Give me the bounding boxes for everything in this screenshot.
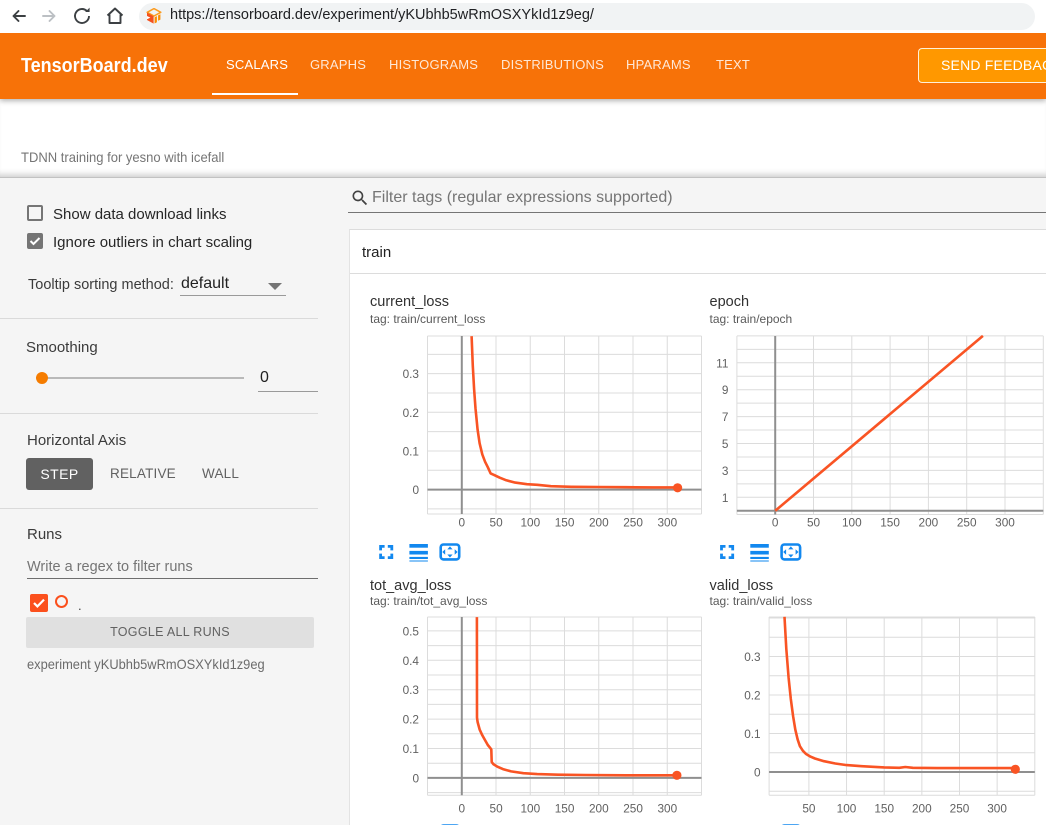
svg-text:200: 200 bbox=[911, 802, 931, 816]
svg-text:150: 150 bbox=[554, 802, 574, 816]
svg-text:100: 100 bbox=[520, 802, 540, 816]
svg-text:150: 150 bbox=[880, 516, 900, 530]
svg-text:300: 300 bbox=[657, 516, 677, 530]
svg-text:300: 300 bbox=[987, 802, 1007, 816]
svg-text:0: 0 bbox=[771, 516, 778, 530]
svg-text:0: 0 bbox=[412, 483, 419, 497]
svg-text:5: 5 bbox=[721, 437, 728, 451]
svg-text:200: 200 bbox=[588, 516, 608, 530]
svg-text:0.2: 0.2 bbox=[402, 713, 418, 727]
svg-text:0.4: 0.4 bbox=[402, 654, 419, 668]
svg-text:50: 50 bbox=[806, 516, 820, 530]
svg-text:0.1: 0.1 bbox=[402, 742, 418, 756]
svg-text:100: 100 bbox=[841, 516, 861, 530]
svg-text:200: 200 bbox=[918, 516, 938, 530]
svg-text:200: 200 bbox=[588, 802, 608, 816]
svg-text:150: 150 bbox=[554, 516, 574, 530]
svg-text:3: 3 bbox=[721, 464, 728, 478]
svg-text:0.5: 0.5 bbox=[402, 624, 419, 638]
svg-text:150: 150 bbox=[874, 802, 894, 816]
svg-text:100: 100 bbox=[836, 802, 856, 816]
svg-text:100: 100 bbox=[520, 516, 540, 530]
svg-text:300: 300 bbox=[995, 516, 1015, 530]
svg-text:0: 0 bbox=[754, 766, 761, 780]
svg-text:0.1: 0.1 bbox=[744, 727, 760, 741]
svg-text:7: 7 bbox=[721, 410, 728, 424]
svg-text:50: 50 bbox=[802, 802, 816, 816]
svg-text:1: 1 bbox=[721, 491, 728, 505]
svg-text:50: 50 bbox=[489, 516, 503, 530]
svg-text:0: 0 bbox=[412, 771, 419, 785]
svg-text:11: 11 bbox=[716, 356, 728, 370]
svg-text:50: 50 bbox=[489, 802, 503, 816]
svg-text:0.1: 0.1 bbox=[402, 445, 418, 459]
svg-text:0: 0 bbox=[458, 802, 465, 816]
svg-text:0.3: 0.3 bbox=[402, 367, 419, 381]
svg-text:0: 0 bbox=[458, 516, 465, 530]
svg-text:0.3: 0.3 bbox=[402, 683, 419, 697]
svg-text:300: 300 bbox=[657, 802, 677, 816]
svg-text:0.2: 0.2 bbox=[402, 406, 418, 420]
svg-text:250: 250 bbox=[623, 802, 643, 816]
svg-text:250: 250 bbox=[956, 516, 976, 530]
svg-text:0.2: 0.2 bbox=[744, 689, 760, 703]
svg-text:9: 9 bbox=[721, 383, 728, 397]
svg-text:0.3: 0.3 bbox=[744, 650, 761, 664]
svg-text:250: 250 bbox=[623, 516, 643, 530]
svg-text:250: 250 bbox=[949, 802, 969, 816]
